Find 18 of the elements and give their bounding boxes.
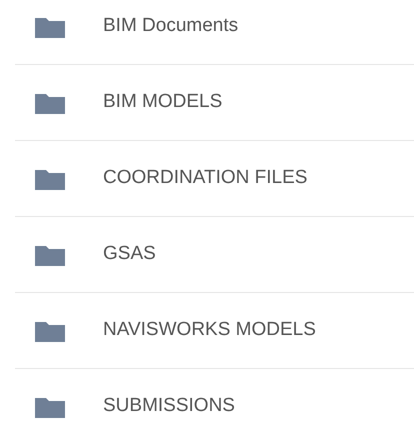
- folder-name: NAVISWORKS MODELS: [103, 318, 316, 342]
- folder-name: BIM MODELS: [103, 90, 222, 114]
- folder-name: GSAS: [103, 242, 156, 266]
- folder-name: SUBMISSIONS: [103, 394, 235, 418]
- folder-item[interactable]: NAVISWORKS MODELS: [15, 293, 414, 369]
- folder-item[interactable]: BIM MODELS: [15, 65, 414, 141]
- folder-item[interactable]: BIM Documents: [15, 0, 414, 65]
- folder-icon: [35, 168, 65, 190]
- folder-icon: [35, 92, 65, 114]
- folder-icon: [35, 244, 65, 266]
- folder-icon: [35, 320, 65, 342]
- folder-icon: [35, 396, 65, 418]
- folder-item[interactable]: COORDINATION FILES: [15, 141, 414, 217]
- folder-icon: [35, 16, 65, 38]
- folder-item[interactable]: SUBMISSIONS: [15, 369, 414, 430]
- folder-name: COORDINATION FILES: [103, 166, 308, 190]
- folder-name: BIM Documents: [103, 14, 238, 38]
- folder-item[interactable]: GSAS: [15, 217, 414, 293]
